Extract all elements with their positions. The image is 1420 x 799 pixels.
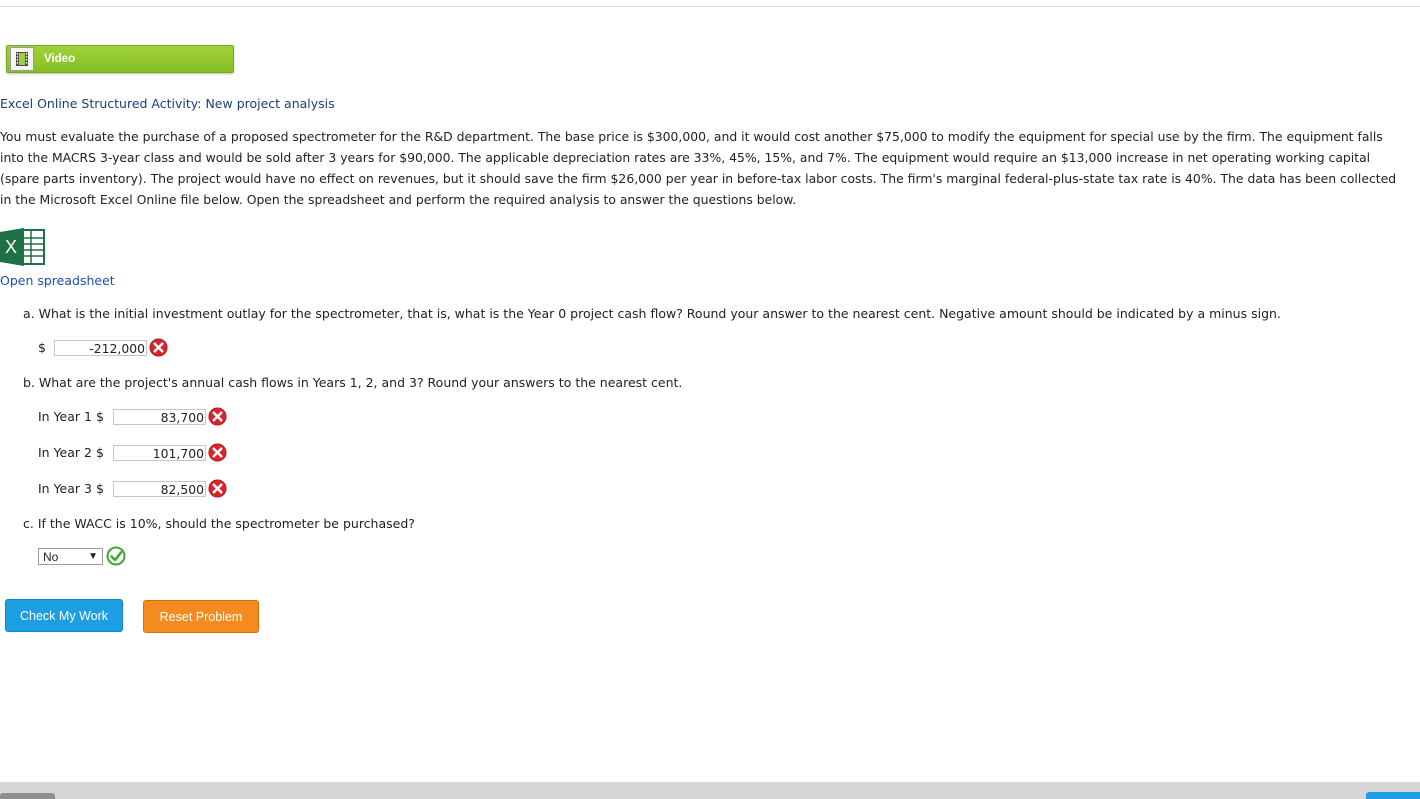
incorrect-icon [208,443,227,462]
year-3-label: In Year 3 $ [38,481,104,496]
question-c-text: c. If the WACC is 10%, should the spectr… [23,516,415,531]
check-my-work-button[interactable]: Check My Work [5,599,123,632]
svg-text:X: X [5,237,17,257]
reset-problem-button[interactable]: Reset Problem [143,600,259,633]
purchase-decision-select[interactable]: No ▼ [38,548,103,565]
question-a-text: a. What is the initial investment outlay… [23,306,1281,321]
incorrect-icon [208,479,227,498]
answer-b-row-3: In Year 3 $ 82,500 [38,479,227,498]
correct-check-icon [106,546,126,566]
currency-label: $ [38,340,46,355]
bottom-left-tab[interactable] [0,793,55,799]
year-2-label: In Year 2 $ [38,445,104,460]
video-button[interactable]: Video [6,45,234,73]
top-divider [0,6,1420,7]
answer-b-row-1: In Year 1 $ 83,700 [38,407,227,426]
year-1-label: In Year 1 $ [38,409,104,424]
incorrect-icon [149,338,168,357]
answer-a-row: $ -212,000 [38,338,168,357]
question-b-text: b. What are the project's annual cash fl… [23,375,683,390]
chevron-down-icon: ▼ [88,551,98,562]
excel-icon[interactable]: X [0,228,46,266]
incorrect-icon [208,407,227,426]
bottom-toolbar [0,782,1420,799]
year-1-input[interactable]: 83,700 [113,408,206,425]
year-3-input[interactable]: 82,500 [113,480,206,497]
answer-a-input[interactable]: -212,000 [54,339,147,356]
problem-description: You must evaluate the purchase of a prop… [0,129,1397,207]
bottom-right-button[interactable] [1366,792,1420,799]
open-spreadsheet-link[interactable]: Open spreadsheet [0,273,115,288]
year-2-input[interactable]: 101,700 [113,444,206,461]
video-label: Video [44,53,76,65]
film-icon [10,47,34,71]
activity-title: Excel Online Structured Activity: New pr… [0,96,335,111]
select-value: No [43,549,59,564]
answer-b-row-2: In Year 2 $ 101,700 [38,443,227,462]
